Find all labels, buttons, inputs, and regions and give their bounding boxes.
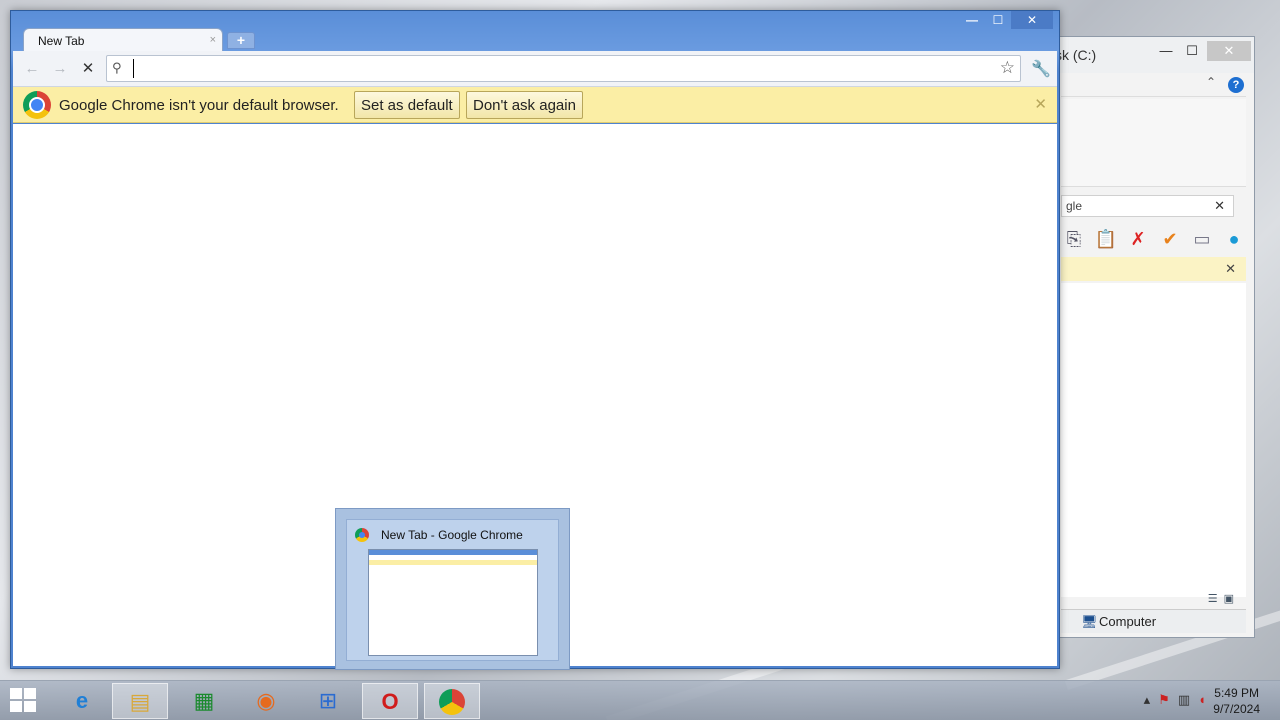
opera-icon[interactable]: O <box>362 683 418 719</box>
search-icon: ⚲ <box>112 60 122 75</box>
chrome-taskbar-icon[interactable] <box>424 683 480 719</box>
clock-date: 9/7/2024 <box>1213 702 1260 716</box>
tab-new-tab[interactable]: New Tab × <box>23 28 223 53</box>
clock-time: 5:49 PM <box>1214 686 1259 700</box>
forward-arrow-icon[interactable]: → <box>49 59 71 79</box>
store-icon[interactable]: ▦ <box>176 683 232 719</box>
stop-icon[interactable]: ✕ <box>77 59 99 79</box>
preview-titlebar <box>369 550 537 555</box>
infobar-message: Google Chrome isn't your default browser… <box>59 97 339 114</box>
explorer-ribbon-tabs: ⌃ ? <box>1061 75 1246 97</box>
minimize-button[interactable]: — <box>959 11 985 29</box>
maximize-button[interactable]: ☐ <box>985 11 1011 29</box>
windows-start-icon[interactable] <box>10 688 38 714</box>
explorer-maximize-button[interactable]: ☐ <box>1179 41 1205 61</box>
new-tab-button[interactable]: + <box>227 32 255 49</box>
address-input[interactable] <box>133 59 992 78</box>
chrome-icon <box>355 528 369 542</box>
checkmark-icon[interactable]: ✔ <box>1157 227 1183 251</box>
system-tray[interactable]: ▴⚑▥◖ <box>1144 692 1214 708</box>
taskbar: e ▤ ▦ ◉ ⊞ O ▴⚑▥◖ 5:49 PM 9/7/2024 <box>0 680 1280 720</box>
infobar-close-icon[interactable]: ✕ <box>1034 95 1047 113</box>
wrench-icon[interactable]: 🔧 <box>1031 59 1051 79</box>
explorer-toolbar: ⎘ 📋 ✗ ✔ ▭ ● <box>1061 227 1247 251</box>
explorer-window[interactable]: sk (C:) — ☐ ✕ ⌃ ? gle ✕ ⎘ 📋 ✗ ✔ ▭ ● ✕ ☰▣… <box>1040 36 1255 638</box>
explorer-search-field[interactable]: gle ✕ <box>1061 195 1234 217</box>
omnibox[interactable]: ⚲ ☆ <box>106 55 1021 82</box>
search-clear-icon[interactable]: ✕ <box>1214 198 1225 214</box>
thumbnail-preview[interactable] <box>368 549 538 656</box>
tab-title: New Tab <box>38 34 85 48</box>
windows-live-icon[interactable]: ⊞ <box>300 683 356 719</box>
dont-ask-again-button[interactable]: Don't ask again <box>466 91 583 119</box>
preview-infobar <box>369 560 537 565</box>
copy-icon[interactable]: ⎘ <box>1061 227 1087 251</box>
set-as-default-button[interactable]: Set as default <box>354 91 460 119</box>
thumbnail-inner: New Tab - Google Chrome <box>346 519 559 661</box>
explorer-statusbar: 🖥 Computer <box>1061 609 1246 633</box>
file-explorer-icon[interactable]: ▤ <box>112 683 168 719</box>
explorer-ribbon <box>1061 99 1246 187</box>
bookmark-star-icon[interactable]: ☆ <box>1000 58 1015 78</box>
chrome-logo-icon <box>23 91 51 119</box>
delete-icon[interactable]: ✗ <box>1125 227 1151 251</box>
status-location: Computer <box>1099 614 1157 629</box>
taskbar-thumbnail[interactable]: New Tab - Google Chrome <box>335 508 570 670</box>
default-browser-infobar: Google Chrome isn't your default browser… <box>13 87 1057 123</box>
show-hidden-icons-icon[interactable]: ▴ <box>1144 692 1159 707</box>
volume-icon[interactable]: ◖ <box>1198 692 1214 707</box>
tab-close-icon[interactable]: × <box>210 34 216 46</box>
explorer-minimize-button[interactable]: — <box>1153 41 1179 61</box>
window-caption-buttons: — ☐ ✕ <box>959 11 1053 29</box>
action-center-flag-icon[interactable]: ⚑ <box>1158 692 1178 707</box>
help-icon[interactable]: ? <box>1228 77 1244 93</box>
computer-icon: 🖥 <box>1081 614 1098 629</box>
close-icon[interactable]: ✕ <box>1225 261 1236 277</box>
explorer-search-value: gle <box>1066 199 1083 213</box>
clipboard-icon[interactable]: 📋 <box>1093 227 1119 251</box>
close-button[interactable]: ✕ <box>1011 11 1053 29</box>
browser-toolbar: ← → ✕ ⚲ ☆ 🔧 <box>13 51 1057 87</box>
internet-explorer-icon[interactable]: e <box>54 683 110 719</box>
explorer-content[interactable] <box>1061 283 1246 597</box>
back-arrow-icon[interactable]: ← <box>21 59 43 79</box>
network-icon[interactable]: ▥ <box>1178 692 1198 707</box>
rename-icon[interactable]: ▭ <box>1189 227 1215 251</box>
chrome-icon <box>439 689 465 715</box>
properties-icon[interactable]: ● <box>1221 227 1247 251</box>
explorer-title: sk (C:) <box>1055 47 1097 63</box>
chevron-up-icon[interactable]: ⌃ <box>1206 75 1216 89</box>
thumbnail-title: New Tab - Google Chrome <box>381 528 523 542</box>
view-mode-icons[interactable]: ☰▣ <box>1208 592 1240 605</box>
firefox-icon[interactable]: ◉ <box>238 683 294 719</box>
explorer-close-button[interactable]: ✕ <box>1207 41 1251 61</box>
explorer-infobar: ✕ <box>1061 257 1246 281</box>
explorer-titlebar[interactable]: sk (C:) — ☐ ✕ <box>1041 37 1254 73</box>
clock[interactable]: 5:49 PM 9/7/2024 <box>1213 685 1260 717</box>
